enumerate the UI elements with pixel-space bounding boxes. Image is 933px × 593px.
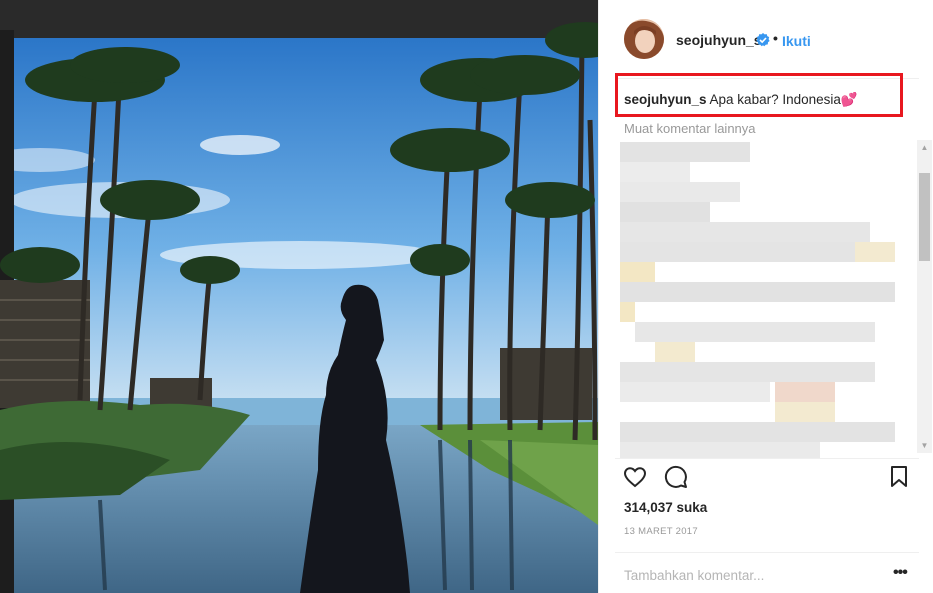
scroll-up-arrow-icon[interactable]: ▲ bbox=[917, 140, 932, 155]
post-date[interactable]: 13 MARET 2017 bbox=[624, 526, 698, 537]
heart-icon[interactable] bbox=[623, 465, 647, 494]
speech-bubble-icon[interactable] bbox=[664, 465, 688, 494]
post-caption: seojuhyun_s Apa kabar? Indonesia💕 bbox=[624, 92, 858, 108]
like-count[interactable]: 314,037 suka bbox=[624, 500, 707, 515]
scroll-thumb[interactable] bbox=[919, 173, 930, 261]
comments-list-blurred bbox=[615, 140, 899, 458]
more-options-icon[interactable]: ••• bbox=[893, 564, 908, 582]
follow-button[interactable]: Ikuti bbox=[782, 33, 811, 49]
add-comment-input[interactable] bbox=[624, 566, 874, 584]
caption-text: Apa kabar? Indonesia💕 bbox=[706, 92, 858, 107]
load-more-comments-button[interactable]: Muat komentar lainnya bbox=[624, 121, 756, 136]
post-side-panel: seojuhyun_s • Ikuti seojuhyun_s Apa kaba… bbox=[598, 0, 933, 593]
comment-divider bbox=[615, 552, 919, 553]
scroll-down-arrow-icon[interactable]: ▼ bbox=[917, 438, 932, 453]
bookmark-icon[interactable] bbox=[889, 465, 909, 494]
username-link[interactable]: seojuhyun_s bbox=[676, 32, 762, 48]
post-photo[interactable] bbox=[0, 0, 598, 593]
comments-scrollbar[interactable]: ▲ ▼ bbox=[917, 140, 932, 453]
separator-dot: • bbox=[773, 30, 778, 46]
post-header: seojuhyun_s • Ikuti bbox=[599, 0, 933, 78]
verified-badge-icon bbox=[756, 33, 770, 47]
avatar[interactable] bbox=[624, 19, 664, 59]
actions-divider bbox=[615, 458, 919, 459]
caption-username[interactable]: seojuhyun_s bbox=[624, 92, 707, 107]
